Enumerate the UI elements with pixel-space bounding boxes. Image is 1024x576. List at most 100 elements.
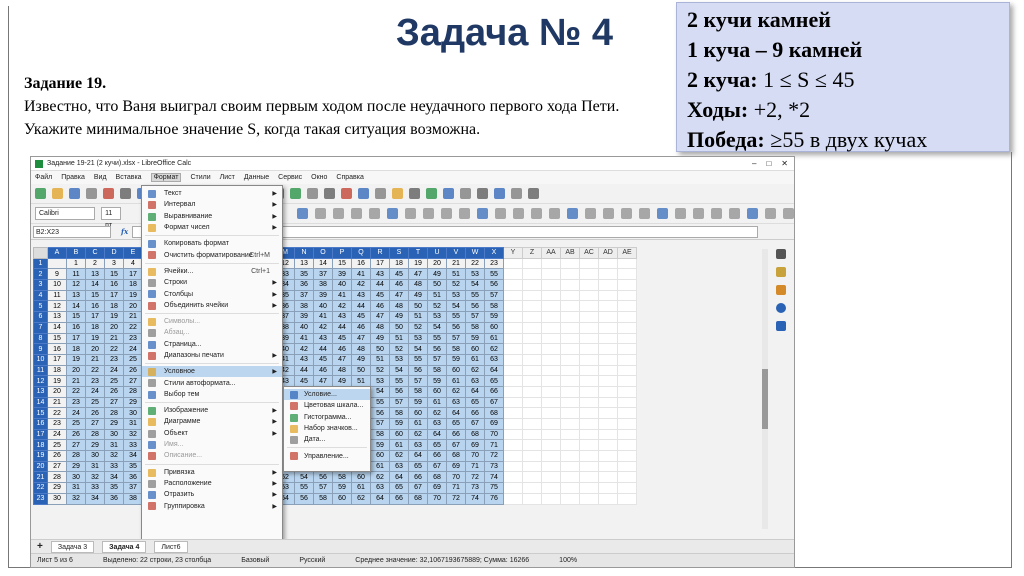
cell[interactable] xyxy=(598,364,618,377)
cell[interactable]: 33 xyxy=(123,439,143,452)
cell[interactable]: 49 xyxy=(427,268,447,281)
cell[interactable]: 56 xyxy=(294,492,314,505)
cell[interactable]: 66 xyxy=(427,450,447,462)
cell[interactable]: 3 xyxy=(104,257,124,270)
toolbar-icon[interactable] xyxy=(443,188,454,199)
cell[interactable]: 50 xyxy=(427,279,447,291)
cell[interactable]: 32 xyxy=(66,492,86,505)
cell[interactable]: 32 xyxy=(123,428,143,441)
cell[interactable]: 25 xyxy=(85,396,105,409)
format-menu-item[interactable]: Абзац... xyxy=(142,327,282,338)
cell[interactable]: 55 xyxy=(294,482,314,494)
cell[interactable]: 66 xyxy=(408,471,428,484)
format-toolbar-icon[interactable] xyxy=(423,208,434,219)
format-toolbar-icon[interactable] xyxy=(657,208,668,219)
cell[interactable]: 57 xyxy=(389,396,409,409)
column-header[interactable]: Q xyxy=(351,247,371,259)
cell[interactable]: 45 xyxy=(351,311,371,323)
cell[interactable]: 21 xyxy=(47,396,67,409)
cell[interactable]: 11 xyxy=(66,268,86,281)
toolbar-icon[interactable] xyxy=(494,188,505,199)
sheet-tab[interactable]: Задача 3 xyxy=(50,540,95,553)
format-menu-item[interactable]: Описание... xyxy=(142,450,282,461)
cell[interactable] xyxy=(541,268,561,281)
cell[interactable] xyxy=(503,311,523,323)
cell[interactable] xyxy=(579,450,599,462)
cell[interactable]: 50 xyxy=(408,300,428,313)
cell[interactable]: 36 xyxy=(123,471,143,484)
toolbar-icon[interactable] xyxy=(120,188,131,199)
cell[interactable]: 57 xyxy=(446,332,466,345)
cell[interactable] xyxy=(541,396,561,409)
format-menu-item[interactable]: Строки ▶ xyxy=(142,277,282,288)
cell[interactable] xyxy=(503,396,523,409)
cell[interactable] xyxy=(541,311,561,323)
toolbar-icon[interactable] xyxy=(86,188,97,199)
styles-icon[interactable] xyxy=(776,267,786,277)
cell[interactable]: 13 xyxy=(85,268,105,281)
format-menu-item[interactable]: Страница... xyxy=(142,339,282,350)
row-header[interactable]: 12 xyxy=(33,375,48,387)
cell[interactable]: 26 xyxy=(66,428,86,441)
cell[interactable] xyxy=(560,300,580,313)
row-header[interactable]: 19 xyxy=(33,450,48,462)
row-header[interactable]: 21 xyxy=(33,471,48,484)
cell[interactable]: 17 xyxy=(66,332,86,345)
format-toolbar-icon[interactable] xyxy=(333,208,344,219)
cell[interactable]: 58 xyxy=(465,321,485,334)
cell[interactable] xyxy=(560,279,580,291)
cell[interactable]: 62 xyxy=(389,450,409,462)
cell[interactable]: 41 xyxy=(294,332,314,345)
cell[interactable] xyxy=(541,300,561,313)
cell[interactable]: 17 xyxy=(47,353,67,366)
cell[interactable] xyxy=(579,353,599,366)
cell[interactable]: 55 xyxy=(370,396,390,409)
cell[interactable] xyxy=(579,289,599,302)
format-toolbar-icon[interactable] xyxy=(675,208,686,219)
cell[interactable]: 42 xyxy=(313,321,333,334)
cell[interactable]: 40 xyxy=(313,300,333,313)
cell[interactable] xyxy=(617,385,637,398)
row-header[interactable]: 14 xyxy=(33,396,48,409)
cell[interactable]: 62 xyxy=(427,407,447,419)
row-header[interactable]: 6 xyxy=(33,311,48,323)
cell[interactable]: 47 xyxy=(313,375,333,387)
cell[interactable] xyxy=(579,471,599,484)
format-menu-item[interactable]: Имя... xyxy=(142,439,282,450)
cell[interactable] xyxy=(617,428,637,441)
cell[interactable]: 16 xyxy=(104,279,124,291)
cell[interactable]: 53 xyxy=(389,353,409,366)
cell[interactable] xyxy=(541,407,561,419)
cell[interactable]: 18 xyxy=(85,321,105,334)
menu-8[interactable]: Сервис xyxy=(278,174,302,181)
cell[interactable]: 50 xyxy=(389,321,409,334)
cell[interactable]: 36 xyxy=(104,492,124,505)
cell[interactable]: 61 xyxy=(351,482,371,494)
cell[interactable]: 56 xyxy=(446,321,466,334)
cell[interactable]: 19 xyxy=(85,332,105,345)
cell[interactable]: 59 xyxy=(446,353,466,366)
cell[interactable]: 13 xyxy=(66,289,86,302)
cell[interactable]: 29 xyxy=(66,460,86,473)
cell[interactable] xyxy=(522,279,542,291)
toolbar-icon[interactable] xyxy=(358,188,369,199)
cell[interactable] xyxy=(560,407,580,419)
cell[interactable] xyxy=(579,332,599,345)
cell[interactable]: 35 xyxy=(104,482,124,494)
cell[interactable] xyxy=(541,418,561,430)
format-toolbar-icon[interactable] xyxy=(369,208,380,219)
close-button[interactable]: ✕ xyxy=(781,159,788,168)
column-header[interactable]: S xyxy=(389,247,409,259)
cell[interactable]: 48 xyxy=(389,300,409,313)
column-header[interactable]: AD xyxy=(598,247,618,259)
cell[interactable]: 30 xyxy=(104,428,124,441)
cell[interactable] xyxy=(560,375,580,387)
format-toolbar-icon[interactable] xyxy=(783,208,794,219)
cell[interactable] xyxy=(617,311,637,323)
cell[interactable]: 59 xyxy=(408,396,428,409)
cell[interactable]: 58 xyxy=(389,407,409,419)
column-header[interactable]: N xyxy=(294,247,314,259)
cell[interactable]: 63 xyxy=(389,460,409,473)
cell[interactable]: 74 xyxy=(484,471,504,484)
cell[interactable]: 43 xyxy=(351,289,371,302)
